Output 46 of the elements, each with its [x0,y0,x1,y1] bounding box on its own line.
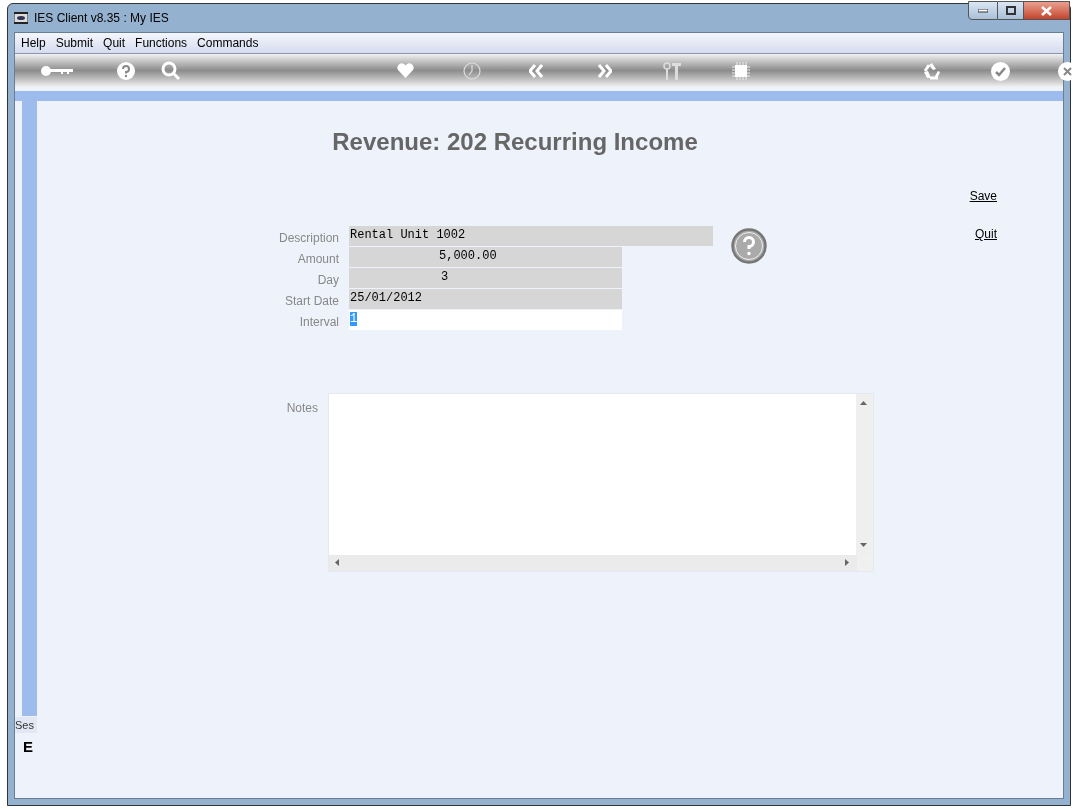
help-icon[interactable] [117,62,135,80]
close-button[interactable] [1024,1,1070,20]
minimize-icon [978,8,988,13]
search-icon[interactable] [161,61,181,81]
menu-item[interactable]: Quit [100,34,129,52]
notes-label: Notes [285,400,318,417]
input-field[interactable]: Rental Unit 1002 [349,226,713,246]
menu-item[interactable]: Commands [194,34,262,52]
tools-icon[interactable] [663,62,681,80]
horizontal-scrollbar[interactable] [329,555,857,571]
session-label: Ses [15,717,37,733]
input-field[interactable]: 25/01/2012 [349,289,622,309]
input-field[interactable]: 3 [349,268,622,288]
chip-icon[interactable] [732,62,750,80]
scroll-down-icon[interactable] [860,543,867,547]
scroll-left-icon[interactable] [335,559,339,566]
form-title: Revenue: 202 Recurring Income [331,127,699,157]
field-label: Description [277,230,339,246]
check-icon[interactable] [991,62,1010,81]
field-label: Day [316,272,339,288]
clock-icon[interactable] [463,62,481,80]
notes-field[interactable] [328,393,874,572]
maximize-icon [1005,6,1016,15]
field-label: Start Date [283,293,339,309]
help-circle-icon[interactable] [731,228,767,264]
heart-icon[interactable] [397,63,414,78]
field-label: Interval [298,314,339,330]
close-icon [1041,5,1052,16]
app-icon [14,12,28,24]
input-field[interactable]: 5,000.00 [349,247,622,267]
field-label: Amount [296,251,339,267]
minimize-button[interactable] [968,1,998,20]
maximize-button[interactable] [998,1,1024,20]
action-link[interactable]: Quit [975,225,997,243]
recycle-icon[interactable] [922,62,942,81]
double-right-icon[interactable] [598,64,612,78]
menu-item[interactable]: Submit [52,34,97,52]
menu-item[interactable]: Functions [132,34,191,52]
session-glyph: E [23,739,34,755]
action-link[interactable]: Save [969,187,997,205]
key-icon [41,66,73,76]
double-left-icon[interactable] [529,64,543,78]
menu-item[interactable]: Help [18,34,49,52]
window-title: IES Client v8.35 : My IES [34,10,169,27]
scroll-right-icon[interactable] [845,559,849,566]
scroll-up-icon[interactable] [860,401,867,405]
